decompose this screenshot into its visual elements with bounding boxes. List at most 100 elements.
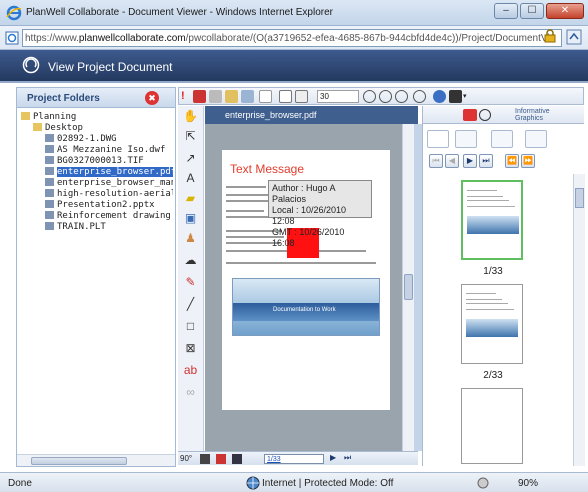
folder-icon — [33, 123, 42, 131]
minimize-button[interactable]: ‒ — [494, 3, 518, 19]
chevron-down-icon[interactable]: ▾ — [463, 90, 476, 103]
markup-tooltip: Author : Hugo A Palacios Local : 10/26/2… — [268, 180, 372, 248]
markup-edit-icon[interactable] — [193, 90, 206, 103]
text-line — [226, 200, 274, 202]
scrollbar-thumb[interactable] — [575, 188, 584, 208]
file-icon — [45, 189, 54, 197]
tree-file[interactable]: high-resolution-aerial-phc — [21, 189, 173, 200]
select-arrow-icon[interactable]: ⇱ — [182, 128, 199, 145]
page-thumbnail[interactable] — [461, 388, 523, 464]
tab-refresh[interactable] — [525, 130, 547, 148]
toolbar-gray-icon[interactable] — [209, 90, 222, 103]
document-vertical-scrollbar[interactable] — [402, 124, 414, 451]
last-page-button[interactable]: ⏭ — [479, 154, 493, 168]
thumb-text-line — [466, 303, 508, 304]
tree-file[interactable]: enterprise_browser_manu — [21, 178, 173, 189]
image-tool-icon[interactable]: ▣ — [182, 210, 199, 227]
text-tool-icon[interactable]: A — [182, 170, 199, 187]
note-tool-icon[interactable]: ▰ — [182, 190, 199, 207]
project-folders-header: Project Folders ✖ — [17, 88, 175, 108]
compatibility-view-icon[interactable] — [566, 29, 582, 45]
horizontal-scrollbar[interactable] — [17, 454, 175, 466]
markup-toggle-icon[interactable] — [463, 109, 477, 121]
crossout-tool-icon[interactable]: ⊠ — [182, 340, 199, 357]
pin-icon[interactable] — [232, 454, 242, 464]
file-icon — [45, 200, 54, 208]
tree-item-label: TRAIN.PLT — [57, 222, 106, 232]
thumb-text-line — [467, 190, 497, 191]
last-page-icon[interactable]: ⏭ — [344, 453, 351, 463]
line-tool-icon[interactable]: ╱ — [182, 296, 199, 313]
status-text: Done — [8, 478, 32, 489]
security-zone: Internet | Protected Mode: Off — [262, 478, 394, 489]
tree-folder[interactable]: Desktop — [21, 123, 173, 134]
protected-mode-icon[interactable] — [476, 476, 490, 490]
tab-markups[interactable] — [491, 130, 513, 148]
magnifier-icon[interactable] — [413, 90, 426, 103]
record-icon[interactable] — [216, 454, 226, 464]
text-line — [226, 262, 376, 264]
close-panel-icon[interactable]: ✖ — [145, 91, 159, 105]
page-number-field[interactable]: 1/33 — [264, 454, 324, 464]
help-icon[interactable] — [433, 90, 446, 103]
thumbnail-scrollbar[interactable] — [573, 174, 585, 466]
next-page-icon[interactable]: ▶ — [330, 453, 336, 462]
tree-file[interactable]: Presentation2.pptx — [21, 200, 173, 211]
tree-folder[interactable]: Planning — [21, 112, 173, 123]
tab-bookmarks[interactable] — [455, 130, 477, 148]
tree-item-label: Desktop — [45, 123, 83, 133]
tree-file[interactable]: BG0327000013.TIF — [21, 156, 173, 167]
tab-thumbnails[interactable] — [427, 130, 449, 148]
document-heading: Text Message — [230, 162, 305, 176]
tree-file[interactable]: Reinforcement drawing 5 - — [21, 211, 173, 222]
pan-icon[interactable]: ✋ — [182, 108, 199, 125]
prev-markup-button[interactable]: ⏪ — [505, 154, 519, 168]
zoom-window-icon[interactable] — [363, 90, 376, 103]
page-thumbnail[interactable] — [461, 180, 523, 260]
scrollbar-thumb[interactable] — [31, 457, 127, 465]
tree-item-label: Reinforcement drawing 5 - — [57, 211, 173, 221]
stamp-tool-icon[interactable]: ♟ — [182, 230, 199, 247]
prev-page-button[interactable]: ◀ — [445, 154, 459, 168]
film-icon[interactable] — [200, 454, 210, 464]
layers-icon[interactable] — [241, 90, 254, 103]
panel-splitter[interactable] — [414, 124, 422, 451]
scrollbar-thumb[interactable] — [404, 274, 413, 300]
rectangle-tool-icon[interactable]: □ — [182, 318, 199, 335]
rotate-label[interactable]: 90° — [180, 454, 192, 463]
url-field[interactable]: https://www.planwellcollaborate.com/pwco… — [22, 29, 562, 47]
tree-item-label: 02892-1.DWG — [57, 134, 117, 144]
tree-file[interactable]: enterprise_browser.pdf — [21, 167, 173, 178]
binoculars-icon[interactable] — [449, 90, 462, 103]
tree-item-label: BG0327000013.TIF — [57, 156, 144, 166]
close-window-button[interactable]: ✕ — [546, 3, 584, 19]
link-tool-icon[interactable]: ∞ — [182, 384, 199, 401]
status-bar: Done Internet | Protected Mode: Off 90% — [0, 472, 588, 492]
stamp-icon[interactable] — [225, 90, 238, 103]
select-icon[interactable] — [259, 90, 272, 103]
next-page-button[interactable]: ▶ — [463, 154, 477, 168]
text-line — [226, 186, 266, 188]
search-icon[interactable] — [479, 109, 491, 121]
fit-page-icon[interactable] — [295, 90, 308, 103]
tree-file[interactable]: AS Mezzanine Iso.dwf — [21, 145, 173, 156]
zoom-level[interactable]: 90% — [518, 478, 538, 489]
file-icon — [45, 178, 54, 186]
redact-tool-icon[interactable]: ab — [182, 362, 199, 379]
url-domain: planwellcollaborate.com — [78, 33, 186, 44]
arrow-tool-icon[interactable]: ↗ — [182, 150, 199, 167]
next-markup-button[interactable]: ⏩ — [521, 154, 535, 168]
lock-icon[interactable] — [543, 29, 557, 43]
zoom-in-icon[interactable] — [379, 90, 392, 103]
tree-file[interactable]: 02892-1.DWG — [21, 134, 173, 145]
zoom-out-icon[interactable] — [395, 90, 408, 103]
zoom-select[interactable]: 30 — [317, 90, 359, 103]
page-thumbnail[interactable] — [461, 284, 523, 364]
cloud-tool-icon[interactable]: ☁ — [182, 252, 199, 269]
first-page-button[interactable]: ⏮ — [429, 154, 443, 168]
freehand-tool-icon[interactable]: ✎ — [182, 274, 199, 291]
maximize-button[interactable]: ☐ — [520, 3, 544, 19]
tree-file[interactable]: TRAIN.PLT — [21, 222, 173, 233]
page-icon[interactable] — [279, 90, 292, 103]
thumbnail-list: 1/33 2/33 — [423, 174, 573, 464]
